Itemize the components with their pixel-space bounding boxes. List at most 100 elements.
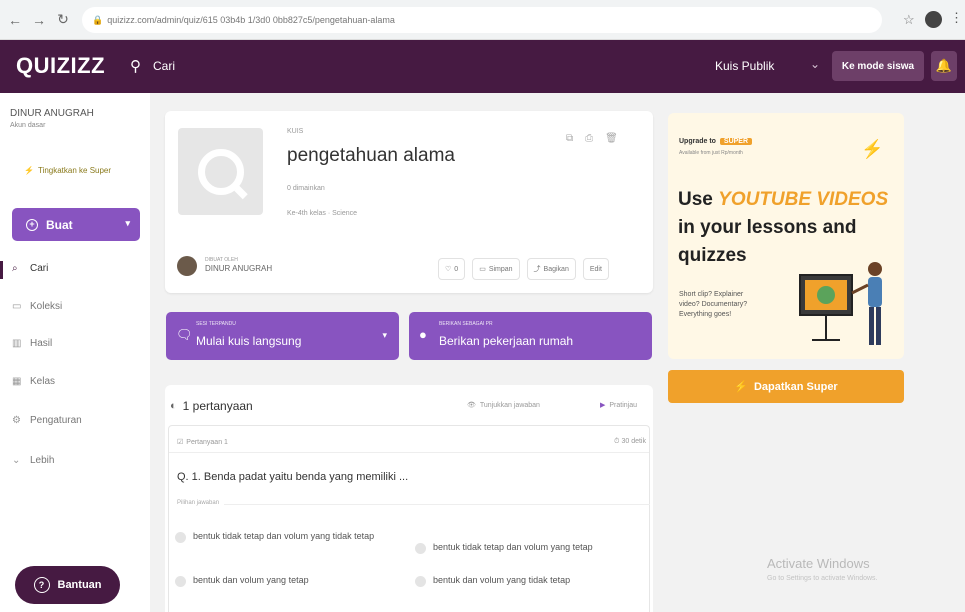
- question-icon: ?: [33, 577, 50, 593]
- promo-upgrade-label: Upgrade to SUPER: [679, 138, 753, 145]
- quizizz-logo[interactable]: QUIZIZZ: [16, 53, 105, 79]
- browser-menu-icon[interactable]: ⋮: [950, 10, 963, 26]
- promo-description: Short clip? Explainer video? Documentary…: [679, 291, 748, 318]
- browser-profile-avatar[interactable]: [925, 11, 942, 28]
- quiz-grade-subject: Ke-4th kelas · Science: [287, 210, 358, 217]
- sidebar-item-more[interactable]: ⌄ Lebih: [12, 455, 54, 466]
- lock-icon: 🔒: [92, 14, 104, 25]
- answer-option: bentuk tidak tetap dan volum yang tidak …: [175, 531, 375, 543]
- app-header: [0, 40, 965, 93]
- answer-option: bentuk dan volum yang tetap: [175, 575, 375, 587]
- super-badge: SUPER: [719, 138, 753, 145]
- assign-homework-button[interactable]: ● BERIKAN SEBAGAI PR Berikan pekerjaan r…: [409, 312, 652, 360]
- create-label: Buat: [46, 217, 73, 232]
- bolt-icon: ⚡: [734, 381, 748, 393]
- user-name: DINUR ANUGRAH: [10, 108, 94, 119]
- answer-option: bentuk tidak tetap dan volum yang tetap: [415, 542, 655, 554]
- search-icon: ⌕: [12, 263, 18, 274]
- sidebar-item-results[interactable]: ▥ Hasil: [12, 338, 52, 349]
- show-answers-toggle[interactable]: 👁 Tunjukkan jawaban: [467, 401, 540, 409]
- teacher-illustration: [799, 262, 882, 345]
- clock-icon: ●: [419, 327, 427, 342]
- notification-bell-icon[interactable]: 🔔: [931, 51, 957, 81]
- address-bar[interactable]: 🔒 quizizz.com/admin/quiz/615 03b4b 1/3d0…: [82, 7, 882, 33]
- card-icon-group: ⧉ ⎙ 🗑: [566, 133, 618, 144]
- clock-icon: ⏱: [614, 438, 620, 445]
- chevron-down-icon[interactable]: ▾: [382, 330, 387, 341]
- account-type: Akun dasar: [10, 122, 46, 129]
- answer-choices-label: Pilihan jawaban: [177, 500, 220, 506]
- search-icon[interactable]: ⚲: [130, 57, 141, 75]
- quiz-source-select[interactable]: Kuis Publik: [715, 59, 774, 73]
- divider: [224, 504, 650, 505]
- plus-icon: +: [26, 218, 38, 231]
- chevron-down-icon: ⌄: [12, 455, 21, 466]
- quiz-title: pengetahuan alama: [287, 145, 455, 166]
- option-radio-icon: [415, 543, 426, 554]
- get-super-button[interactable]: ⚡ Dapatkan Super: [668, 370, 904, 403]
- option-radio-icon: [415, 576, 426, 587]
- forward-icon[interactable]: →: [30, 11, 48, 29]
- live-sub-label: SESI TERPANDU: [196, 321, 236, 327]
- heart-icon: ♡: [445, 266, 452, 273]
- quiz-type-label: KUIS: [287, 128, 304, 135]
- quiz-plays: 0 dimainkan: [287, 185, 325, 192]
- help-button[interactable]: ? Bantuan: [15, 566, 120, 604]
- folder-icon: ▭: [479, 266, 486, 273]
- share-button[interactable]: ⤴ Bagikan: [526, 258, 576, 280]
- sidebar-item-search[interactable]: ⌕ Cari: [12, 263, 48, 274]
- folder-icon: ▭: [12, 301, 22, 312]
- like-button[interactable]: ♡ 0: [438, 258, 466, 280]
- create-button[interactable]: + Buat ▾: [12, 208, 140, 241]
- author-label: DIBUAT OLEH: [205, 257, 238, 263]
- quizizz-q-icon: [197, 148, 244, 195]
- chart-icon: ▥: [12, 338, 22, 349]
- question-count: ◐ 1 pertanyaan: [170, 399, 253, 413]
- sidebar-item-collection[interactable]: ▭ Koleksi: [12, 301, 62, 312]
- chat-icon: 🗨: [176, 327, 193, 342]
- url-text: quizizz.com/admin/quiz/615 03b4b 1/3d0 0…: [107, 15, 395, 25]
- print-icon[interactable]: ⎙: [585, 133, 593, 144]
- delete-icon[interactable]: 🗑: [605, 133, 618, 144]
- live-label: Mulai kuis langsung: [196, 334, 302, 348]
- author-name: DINUR ANUGRAH: [205, 264, 273, 273]
- promo-sub: Available from just Rp/month: [679, 150, 743, 156]
- upgrade-link[interactable]: ⚡ Tingkatkan ke Super: [24, 166, 111, 175]
- homework-sub-label: BERIKAN SEBAGAI PR: [439, 321, 493, 327]
- start-live-quiz-button[interactable]: 🗨 SESI TERPANDU Mulai kuis langsung ▾: [166, 312, 399, 360]
- back-icon[interactable]: ←: [6, 11, 24, 29]
- chevron-down-icon: ▾: [125, 218, 130, 228]
- divider: [169, 452, 649, 453]
- bookmark-star-icon[interactable]: ☆: [903, 12, 915, 28]
- gear-icon: ⚙: [12, 415, 21, 426]
- question-time: ⏱ 30 detik: [614, 438, 646, 445]
- question-number: ☑ Pertanyaan 1: [177, 439, 228, 446]
- reload-icon[interactable]: ↻: [54, 11, 72, 29]
- answer-option: bentuk dan volum yang tidak tetap: [415, 575, 655, 587]
- check-icon: ☑: [177, 439, 184, 446]
- class-icon: ▦: [12, 376, 22, 387]
- bolt-icon: ⚡: [24, 166, 34, 175]
- search-input[interactable]: Cari: [153, 59, 175, 73]
- question-list-icon: ◐: [170, 400, 177, 412]
- quiz-thumbnail: [178, 128, 263, 215]
- windows-watermark-title: Activate Windows: [767, 556, 870, 571]
- homework-label: Berikan pekerjaan rumah: [439, 334, 574, 348]
- sidebar-item-classes[interactable]: ▦ Kelas: [12, 376, 55, 387]
- chevron-down-icon[interactable]: ⌄: [810, 57, 820, 71]
- bolt-icon: ⚡: [861, 139, 884, 159]
- option-radio-icon: [175, 532, 186, 543]
- option-radio-icon: [175, 576, 186, 587]
- preview-button[interactable]: ▶ Pratinjau: [600, 401, 637, 409]
- question-text: Q. 1. Benda padat yaitu benda yang memil…: [177, 471, 409, 483]
- copy-icon[interactable]: ⧉: [566, 133, 573, 144]
- save-button[interactable]: ▭ Simpan: [472, 258, 520, 280]
- windows-watermark-sub: Go to Settings to activate Windows.: [767, 575, 878, 582]
- eye-icon: 👁: [467, 402, 476, 409]
- student-mode-button[interactable]: Ke mode siswa: [832, 51, 924, 81]
- active-nav-indicator: [0, 261, 3, 279]
- card-actions: ♡ 0 ▭ Simpan ⤴ Bagikan Edit: [438, 258, 609, 280]
- play-icon: ▶: [600, 402, 606, 409]
- edit-button[interactable]: Edit: [582, 258, 609, 280]
- sidebar-item-settings[interactable]: ⚙ Pengaturan: [12, 415, 82, 426]
